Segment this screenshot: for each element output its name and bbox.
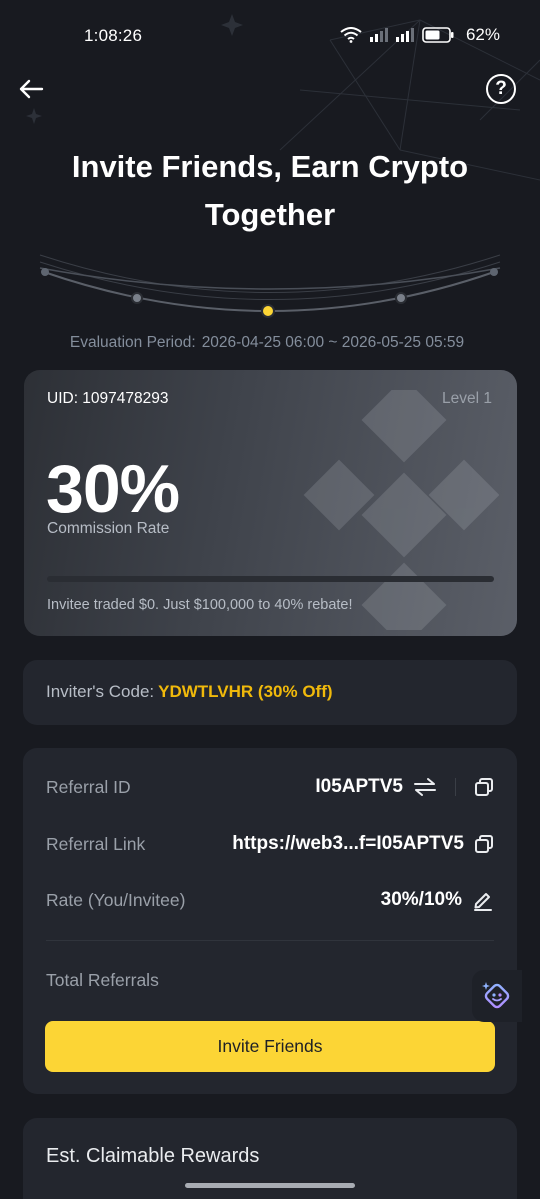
inviter-code-value: YDWTLVHR (30% Off): [158, 682, 333, 701]
referral-link-row: Referral Link https://web3...f=I05APTV5: [46, 829, 494, 859]
exchange-logo-watermark: [303, 390, 499, 630]
section-divider: [46, 940, 494, 941]
copy-icon[interactable]: [474, 777, 494, 797]
back-arrow-icon: [19, 79, 44, 99]
home-indicator[interactable]: [185, 1183, 355, 1188]
referral-link-label: Referral Link: [46, 833, 146, 854]
status-time: 1:08:26: [84, 26, 143, 45]
rate-value: 30%/10%: [380, 889, 462, 910]
back-button[interactable]: [16, 74, 46, 104]
commission-rate-value: 30%: [46, 451, 180, 527]
evaluation-period-range: 2026-04-25 06:00 ~ 2026-05-25 05:59: [201, 334, 465, 351]
rate-row: Rate (You/Invitee) 30%/10%: [46, 885, 494, 915]
rebate-progress-bar: [47, 576, 494, 582]
invite-friends-button[interactable]: Invite Friends: [45, 1021, 495, 1072]
referral-link-value: https://web3...f=I05APTV5: [232, 833, 464, 854]
signal-icon: [369, 28, 388, 42]
signal-icon: [395, 28, 414, 42]
referral-id-value: I05APTV5: [315, 776, 403, 797]
copy-icon[interactable]: [474, 834, 494, 854]
referral-card: Referral ID I05APTV5 Referral Link https…: [23, 748, 517, 1094]
swap-icon[interactable]: [413, 777, 437, 797]
rate-label: Rate (You/Invitee): [46, 889, 186, 910]
commission-rate-label: Commission Rate: [47, 520, 170, 537]
rewards-title: Est. Claimable Rewards: [46, 1145, 260, 1167]
total-referrals-label: Total Referrals: [46, 970, 159, 990]
inviter-code-row: Inviter's Code: YDWTLVHR (30% Off): [46, 682, 333, 702]
referral-id-label: Referral ID: [46, 776, 131, 797]
commission-card: UID: 1097478293 Level 1 30% Commission R…: [24, 370, 517, 636]
battery-percent: 62%: [465, 25, 500, 44]
help-button[interactable]: ?: [486, 74, 516, 104]
level-badge: Level 1: [442, 390, 492, 407]
assistant-button[interactable]: [472, 970, 522, 1022]
assistant-icon: [482, 982, 510, 1009]
page-title: Invite Friends, Earn Crypto Together: [71, 149, 469, 232]
status-icons: 62%: [340, 25, 500, 45]
battery-icon: [422, 27, 454, 43]
rebate-progress-note: Invitee traded $0. Just $100,000 to 40% …: [47, 597, 353, 613]
wifi-icon: [340, 27, 362, 43]
evaluation-period-label: Evaluation Period:: [69, 334, 196, 351]
status-bar: 1:08:26 62%: [0, 0, 540, 72]
help-icon: ?: [495, 78, 507, 99]
inviter-code-label: Inviter's Code:: [46, 682, 155, 701]
inviter-code-card: Inviter's Code: YDWTLVHR (30% Off): [23, 660, 517, 725]
user-uid: UID: 1097478293: [47, 390, 169, 407]
referral-id-row: Referral ID I05APTV5: [46, 772, 494, 802]
edit-icon[interactable]: [472, 889, 494, 911]
evaluation-period: Evaluation Period: 2026-04-25 06:00 ~ 202…: [0, 334, 540, 352]
divider: [455, 778, 456, 796]
